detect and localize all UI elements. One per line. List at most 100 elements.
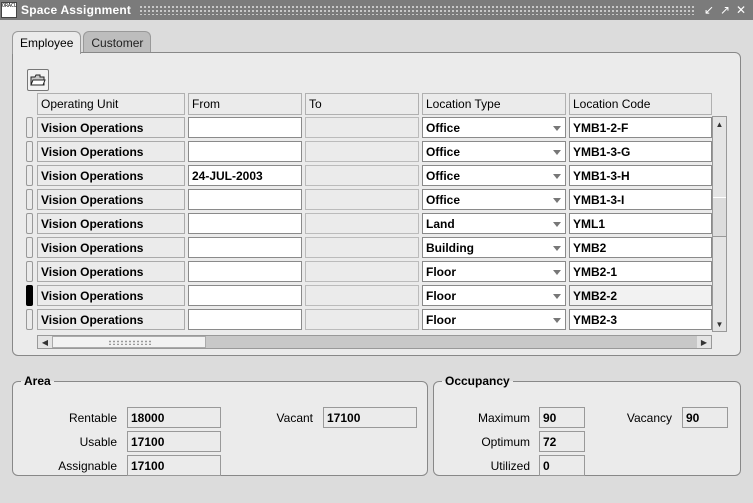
to-date-cell[interactable] (305, 117, 419, 138)
tab-employee[interactable]: Employee (12, 31, 82, 54)
row-selector[interactable] (26, 165, 33, 186)
vacant-field[interactable]: 17100 (323, 407, 417, 428)
window-title: Space Assignment (21, 3, 132, 17)
operating-unit-cell[interactable]: Vision Operations (37, 165, 185, 186)
operating-unit-cell[interactable]: Vision Operations (37, 309, 185, 330)
dropdown-arrow-icon[interactable] (553, 246, 561, 251)
location-type-select[interactable]: Land (422, 213, 566, 234)
from-date-cell[interactable] (188, 309, 302, 330)
header-from[interactable]: From (188, 93, 302, 115)
to-date-cell[interactable] (305, 285, 419, 306)
optimum-field[interactable]: 72 (539, 431, 585, 452)
row-selector[interactable] (26, 213, 33, 234)
header-operating-unit[interactable]: Operating Unit (37, 93, 185, 115)
dropdown-arrow-icon[interactable] (553, 222, 561, 227)
to-date-cell[interactable] (305, 141, 419, 162)
from-date-cell[interactable] (188, 237, 302, 258)
dropdown-arrow-icon[interactable] (553, 150, 561, 155)
from-date-cell[interactable] (188, 285, 302, 306)
location-code-cell[interactable]: YML1 (569, 213, 712, 234)
location-code-cell[interactable]: YMB1-3-G (569, 141, 712, 162)
to-date-cell[interactable] (305, 309, 419, 330)
location-code-cell[interactable]: YMB1-3-I (569, 189, 712, 210)
location-code-cell[interactable]: YMB2-3 (569, 309, 712, 330)
location-type-select[interactable]: Building (422, 237, 566, 258)
location-type-select[interactable]: Office (422, 189, 566, 210)
location-type-select[interactable]: Floor (422, 309, 566, 330)
utilized-field[interactable]: 0 (539, 455, 585, 476)
utilized-label: Utilized (490, 459, 530, 473)
dropdown-arrow-icon[interactable] (553, 270, 561, 275)
header-to[interactable]: To (305, 93, 419, 115)
employee-tab-panel: Operating Unit From To Location Type Locatio… (12, 52, 741, 356)
operating-unit-cell-value: Vision Operations (41, 192, 144, 207)
from-date-cell[interactable] (188, 141, 302, 162)
from-date-cell[interactable] (188, 213, 302, 234)
usable-label: Usable (79, 435, 117, 449)
close-icon[interactable]: ✕ (735, 4, 747, 16)
row-selector[interactable] (26, 141, 33, 162)
location-code-cell[interactable]: YMB1-2-F (569, 117, 712, 138)
rentable-field[interactable]: 18000 (127, 407, 221, 428)
to-date-cell[interactable] (305, 261, 419, 282)
to-date-cell[interactable] (305, 189, 419, 210)
scroll-right-arrow-icon[interactable]: ▶ (697, 336, 711, 348)
scroll-up-arrow-icon[interactable]: ▲ (713, 117, 726, 131)
dropdown-arrow-icon[interactable] (553, 294, 561, 299)
dropdown-arrow-icon[interactable] (553, 174, 561, 179)
from-date-cell[interactable]: 24-JUL-2003 (188, 165, 302, 186)
row-selector[interactable] (26, 117, 33, 138)
location-code-cell-value: YMB2-3 (573, 312, 618, 327)
row-selector[interactable] (26, 237, 33, 258)
usable-field[interactable]: 17100 (127, 431, 221, 452)
location-type-select[interactable]: Office (422, 141, 566, 162)
tab-customer[interactable]: Customer (83, 31, 152, 53)
vertical-scroll-thumb[interactable] (713, 197, 726, 237)
to-date-cell[interactable] (305, 165, 419, 186)
vacancy-field[interactable]: 90 (682, 407, 728, 428)
location-type-select[interactable]: Office (422, 117, 566, 138)
location-code-cell[interactable]: YMB2-1 (569, 261, 712, 282)
assignable-field[interactable]: 17100 (127, 455, 221, 476)
operating-unit-cell[interactable]: Vision Operations (37, 141, 185, 162)
location-code-cell[interactable]: YMB1-3-H (569, 165, 712, 186)
dropdown-arrow-icon[interactable] (553, 198, 561, 203)
row-selector[interactable] (26, 285, 33, 306)
location-code-cell[interactable]: YMB2-2 (569, 285, 712, 306)
table-vertical-scrollbar[interactable]: ▲ ▼ (712, 116, 727, 332)
to-date-cell[interactable] (305, 237, 419, 258)
window-titlebar[interactable]: ORACLE Space Assignment ↙ ↗ ✕ (0, 0, 753, 20)
scroll-left-arrow-icon[interactable]: ◀ (38, 336, 52, 348)
horizontal-scroll-track[interactable] (206, 336, 697, 348)
from-date-cell[interactable] (188, 117, 302, 138)
operating-unit-cell[interactable]: Vision Operations (37, 213, 185, 234)
row-selector[interactable] (26, 261, 33, 282)
maximum-field[interactable]: 90 (539, 407, 585, 428)
operating-unit-cell[interactable]: Vision Operations (37, 285, 185, 306)
location-code-cell[interactable]: YMB2 (569, 237, 712, 258)
operating-unit-cell-value: Vision Operations (41, 168, 144, 183)
horizontal-scroll-thumb[interactable] (52, 336, 206, 348)
from-date-cell[interactable] (188, 189, 302, 210)
table-horizontal-scrollbar[interactable]: ◀ ▶ (37, 335, 712, 349)
dropdown-arrow-icon[interactable] (553, 126, 561, 131)
location-type-select-value: Office (426, 120, 461, 135)
location-type-select[interactable]: Office (422, 165, 566, 186)
location-type-select[interactable]: Floor (422, 285, 566, 306)
operating-unit-cell[interactable]: Vision Operations (37, 237, 185, 258)
from-date-cell[interactable] (188, 261, 302, 282)
dropdown-arrow-icon[interactable] (553, 318, 561, 323)
to-date-cell[interactable] (305, 213, 419, 234)
folder-tools-button[interactable] (27, 69, 49, 91)
operating-unit-cell[interactable]: Vision Operations (37, 261, 185, 282)
minimize-icon[interactable]: ↙ (703, 4, 715, 16)
operating-unit-cell[interactable]: Vision Operations (37, 117, 185, 138)
location-type-select[interactable]: Floor (422, 261, 566, 282)
operating-unit-cell[interactable]: Vision Operations (37, 189, 185, 210)
header-location-type[interactable]: Location Type (422, 93, 566, 115)
row-selector[interactable] (26, 309, 33, 330)
restore-icon[interactable]: ↗ (719, 4, 731, 16)
row-selector[interactable] (26, 189, 33, 210)
scroll-down-arrow-icon[interactable]: ▼ (713, 317, 726, 331)
header-location-code[interactable]: Location Code (569, 93, 712, 115)
